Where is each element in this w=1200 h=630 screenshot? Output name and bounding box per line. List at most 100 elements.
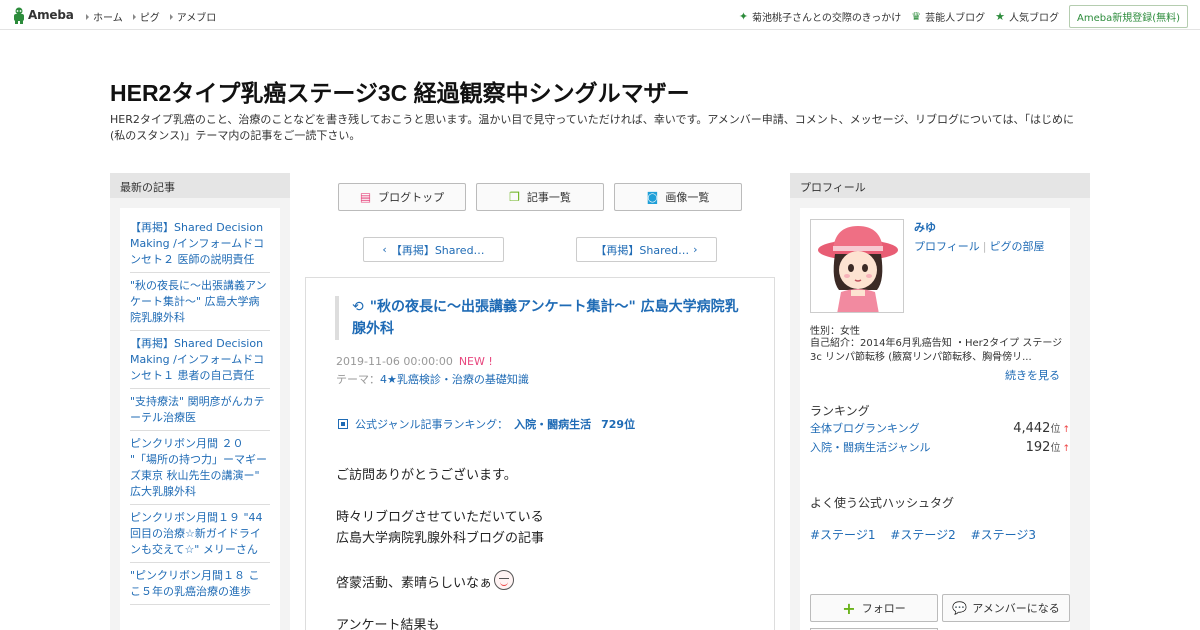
trending-link-label: 菊池桃子さんとの交際のきっかけ xyxy=(752,13,902,24)
nav-pigg[interactable]: ピグ xyxy=(132,9,160,24)
next-entry-button[interactable]: 【再掲】Shared… › xyxy=(576,237,717,262)
ranking-row-label[interactable]: 全体ブログランキング xyxy=(810,420,920,436)
body-paragraph: 啓蒙活動、素晴らしいなぁ xyxy=(336,570,756,594)
nav-home[interactable]: ホーム xyxy=(86,9,123,24)
new-badge: NEW ! xyxy=(458,355,493,368)
ranking-unit: 位 xyxy=(1050,424,1061,435)
plus-icon: + xyxy=(842,598,856,618)
ranking-row: 入院・闘病生活ジャンル 192位 ↑ xyxy=(810,439,1070,455)
profile-link[interactable]: プロフィール xyxy=(914,240,980,253)
ranking-row-label[interactable]: 入院・闘病生活ジャンル xyxy=(810,439,930,455)
ranking-number: 192 xyxy=(1025,440,1051,455)
recent-entry-link[interactable]: ピンクリボン月間 ２０ "「場所の持つ力」ーマギーズ東京 秋山先生の講演ー" 広… xyxy=(130,431,270,505)
recent-entries-heading: 最新の記事 xyxy=(110,173,290,198)
follow-label: フォロー xyxy=(861,602,906,615)
global-header: Ameba ホーム ピグ アメブロ ✦ 菊池桃子さんとの交際のきっかけ ♛ 芸能人ブ… xyxy=(0,0,1200,30)
ranking-number: 4,442 xyxy=(1013,421,1051,436)
profile-heading: プロフィール xyxy=(790,173,1090,198)
avatar[interactable] xyxy=(810,219,904,313)
ranking-unit: 位 xyxy=(1050,443,1061,454)
entry-theme: テーマ：4★乳癌検診・治療の基礎知識 xyxy=(336,371,529,387)
entry-pager: ‹ 【再掲】Shared… 【再掲】Shared… › xyxy=(363,237,717,262)
theme-label: テーマ： xyxy=(336,373,380,386)
header-right-links: ✦ 菊池桃子さんとの交際のきっかけ ♛ 芸能人ブログ ★ 人気ブログ Ameba新規登… xyxy=(739,5,1188,28)
profile-name[interactable]: みゆ xyxy=(914,219,936,235)
profile-body: みゆ プロフィール | ピグの部屋 性別：女性 自己紹介：2014年6月乳癌告知 ・… xyxy=(800,208,1070,630)
recent-entry-link[interactable]: ピンクリボン月間１９ "44回目の治療☆新ガイドラインも交えて☆" メリーさん xyxy=(130,505,270,563)
recent-entries-list: 【再掲】Shared Decision Making /インフォームドコンセト２… xyxy=(120,208,280,630)
reblog-icon: ⟲ xyxy=(352,299,364,315)
blog-top-button[interactable]: ▤ ブログトップ xyxy=(338,183,466,211)
profile-panel: プロフィール みゆ プロフィール | ピグの部屋 性別：女性 自己紹介：2014… xyxy=(790,173,1090,630)
entry-list-button[interactable]: ❐ 記事一覧 xyxy=(476,183,604,211)
genre-ranking[interactable]: 公式ジャンル記事ランキング： 入院・闘病生活 729位 xyxy=(338,416,635,432)
entry-date: 2019-11-06 00:00:00 NEW ! xyxy=(336,355,493,368)
hashtag-list: #ステージ1 #ステージ2 #ステージ3 xyxy=(810,526,1047,543)
signup-button[interactable]: Ameba新規登録(無料) xyxy=(1068,5,1188,28)
star-icon: ★ xyxy=(995,10,1005,23)
divider: | xyxy=(982,240,987,253)
trending-link[interactable]: ✦ 菊池桃子さんとの交際のきっかけ xyxy=(739,9,901,24)
body-paragraph: アンケート結果も xyxy=(336,618,440,630)
recent-entry-link[interactable]: "支持療法" 関明彦がんカテーテル治療医 xyxy=(130,389,270,431)
chevron-left-icon: ‹ xyxy=(382,243,387,256)
hashtag-link[interactable]: #ステージ1 xyxy=(810,528,875,542)
profile-gender: 性別：女性 xyxy=(810,326,860,337)
nav-pigg-label: ピグ xyxy=(139,13,160,24)
celebrity-blog-link[interactable]: ♛ 芸能人ブログ xyxy=(911,9,985,24)
chat-bubble-icon: 💬 xyxy=(952,601,968,615)
entry-list-label: 記事一覧 xyxy=(526,191,571,204)
recent-entry-link[interactable]: 【再掲】Shared Decision Making /インフォームドコンセト１… xyxy=(130,331,270,389)
entry-title[interactable]: ⟲ "秋の夜長に～出張講義アンケート集計～" 広島大学病院乳腺外科 xyxy=(335,296,745,340)
global-nav: ホーム ピグ アメブロ xyxy=(86,9,226,24)
avatar-illustration-icon xyxy=(818,226,898,312)
hashtag-link[interactable]: #ステージ3 xyxy=(971,528,1036,542)
document-icon: ▤ xyxy=(359,190,372,204)
prev-entry-label: 【再掲】Shared… xyxy=(390,243,485,257)
image-list-button[interactable]: ◙ 画像一覧 xyxy=(614,183,742,211)
entry-title-text: "秋の夜長に～出張講義アンケート集計～" 広島大学病院乳腺外科 xyxy=(352,299,739,337)
ranking-row-value: 192位 ↑ xyxy=(1026,439,1070,455)
recent-entry-link[interactable]: 【再掲】Shared Decision Making /インフォームドコンセト２… xyxy=(130,220,270,273)
popular-blog-link[interactable]: ★ 人気ブログ xyxy=(995,9,1059,24)
follow-button[interactable]: + フォロー xyxy=(810,594,938,622)
ranking-genre: 入院・闘病生活 xyxy=(514,418,592,431)
nav-ameblo-label: アメブロ xyxy=(176,13,217,24)
amember-label: アメンバーになる xyxy=(972,602,1060,615)
pigg-room-link[interactable]: ピグの部屋 xyxy=(990,240,1045,253)
entry-date-text: 2019-11-06 00:00:00 xyxy=(336,355,453,368)
next-entry-label: 【再掲】Shared… xyxy=(595,243,690,257)
hashtag-link[interactable]: #ステージ2 xyxy=(890,528,955,542)
amember-button[interactable]: 💬 アメンバーになる xyxy=(942,594,1070,622)
ranking-heading: ランキング xyxy=(810,404,870,418)
celebrity-blog-label: 芸能人ブログ xyxy=(925,13,986,24)
body-line: 広島大学病院乳腺外科ブログの記事 xyxy=(336,531,545,546)
ameba-logo-icon xyxy=(14,7,24,24)
prev-entry-button[interactable]: ‹ 【再掲】Shared… xyxy=(363,237,504,262)
camera-icon: ◙ xyxy=(646,190,659,204)
nav-home-label: ホーム xyxy=(93,13,123,24)
read-more-link[interactable]: 続きを見る xyxy=(1005,367,1060,383)
profile-links: プロフィール | ピグの部屋 xyxy=(914,238,1045,254)
ranking-row-value: 4,442位 ↑ xyxy=(1013,420,1070,436)
blog-top-label: ブログトップ xyxy=(378,191,445,204)
body-paragraph: 時々リブログさせていただいている 広島大学病院乳腺外科ブログの記事 xyxy=(336,507,756,549)
ameba-logo[interactable]: Ameba xyxy=(12,6,74,24)
blog-description: HER2タイプ乳癌のこと、治療のことなどを書き残しておこうと思います。温かい目で… xyxy=(110,113,1074,142)
arrow-up-icon: ↑ xyxy=(1062,425,1070,435)
ranking-icon xyxy=(338,419,348,429)
blog-title[interactable]: HER2タイプ乳癌ステージ3C 経過観察中シングルマザー xyxy=(110,74,690,108)
article: ⟲ "秋の夜長に～出張講義アンケート集計～" 広島大学病院乳腺外科 2019-11… xyxy=(305,277,775,630)
crown-icon: ♛ xyxy=(911,10,922,23)
blog-nav-buttons: ▤ ブログトップ ❐ 記事一覧 ◙ 画像一覧 xyxy=(338,183,752,211)
theme-link[interactable]: 4★乳癌検診・治療の基礎知識 xyxy=(380,373,529,386)
body-line: 時々リブログさせていただいている xyxy=(336,510,544,525)
ranking-value: 729位 xyxy=(601,418,636,431)
list-icon: ❐ xyxy=(509,190,520,204)
nav-ameblo[interactable]: アメブロ xyxy=(169,9,217,24)
recent-entry-link[interactable]: "ピンクリボン月間１８ ここ５年の乳癌治療の進歩 xyxy=(130,563,270,605)
body-paragraph: ご訪問ありがとうございます。 xyxy=(336,468,517,483)
recent-entry-link[interactable]: "秋の夜長に～出張講義アンケート集計～" 広島大学病院乳腺外科 xyxy=(130,273,270,331)
hashtags-heading: よく使う公式ハッシュタグ xyxy=(810,496,955,510)
image-list-label: 画像一覧 xyxy=(665,191,710,204)
